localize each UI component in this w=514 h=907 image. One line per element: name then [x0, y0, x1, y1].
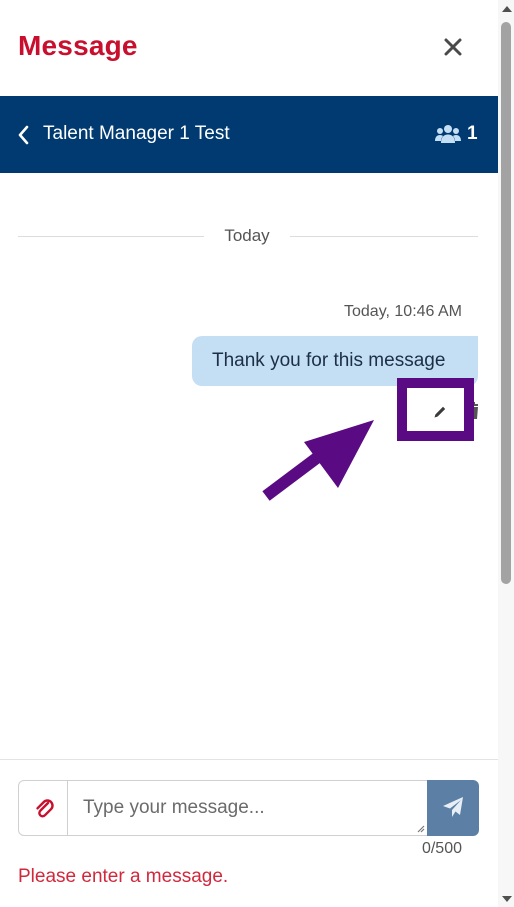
validation-error: Please enter a message. [18, 866, 229, 887]
paperclip-icon [36, 799, 54, 818]
message-composer [18, 780, 479, 836]
vertical-scrollbar[interactable] [498, 0, 514, 907]
message-input[interactable] [69, 781, 427, 835]
attach-file-button[interactable] [19, 781, 68, 835]
divider-line-left [18, 236, 204, 237]
chevron-left-icon [18, 125, 29, 145]
users-icon [435, 125, 461, 143]
annotation-highlight-box [397, 378, 474, 441]
panel-header: Message [0, 0, 498, 96]
paper-plane-icon [443, 797, 463, 817]
panel-title: Message [18, 30, 138, 61]
day-divider: Today [18, 226, 478, 248]
back-button[interactable] [16, 124, 32, 146]
close-icon [444, 38, 462, 56]
character-count: 0/500 [421, 840, 462, 857]
conversation-title: Talent Manager 1 Test [43, 123, 230, 144]
send-button[interactable] [427, 780, 479, 836]
message-panel: Message Talent Manager 1 Test 1 Today To… [0, 0, 498, 907]
participants-button[interactable]: 1 [435, 121, 478, 147]
day-label: Today [224, 226, 270, 245]
close-button[interactable] [440, 34, 466, 60]
scrollbar-thumb[interactable] [501, 22, 511, 584]
message-timestamp: Today, 10:46 AM [344, 303, 462, 320]
divider-line-right [290, 236, 478, 237]
annotation-arrow [262, 420, 374, 501]
composer-divider [0, 759, 498, 760]
scroll-up-arrow-icon[interactable] [502, 6, 512, 12]
resize-grip-icon[interactable] [415, 823, 425, 833]
participant-count: 1 [467, 123, 478, 144]
scroll-down-arrow-icon[interactable] [502, 896, 512, 902]
